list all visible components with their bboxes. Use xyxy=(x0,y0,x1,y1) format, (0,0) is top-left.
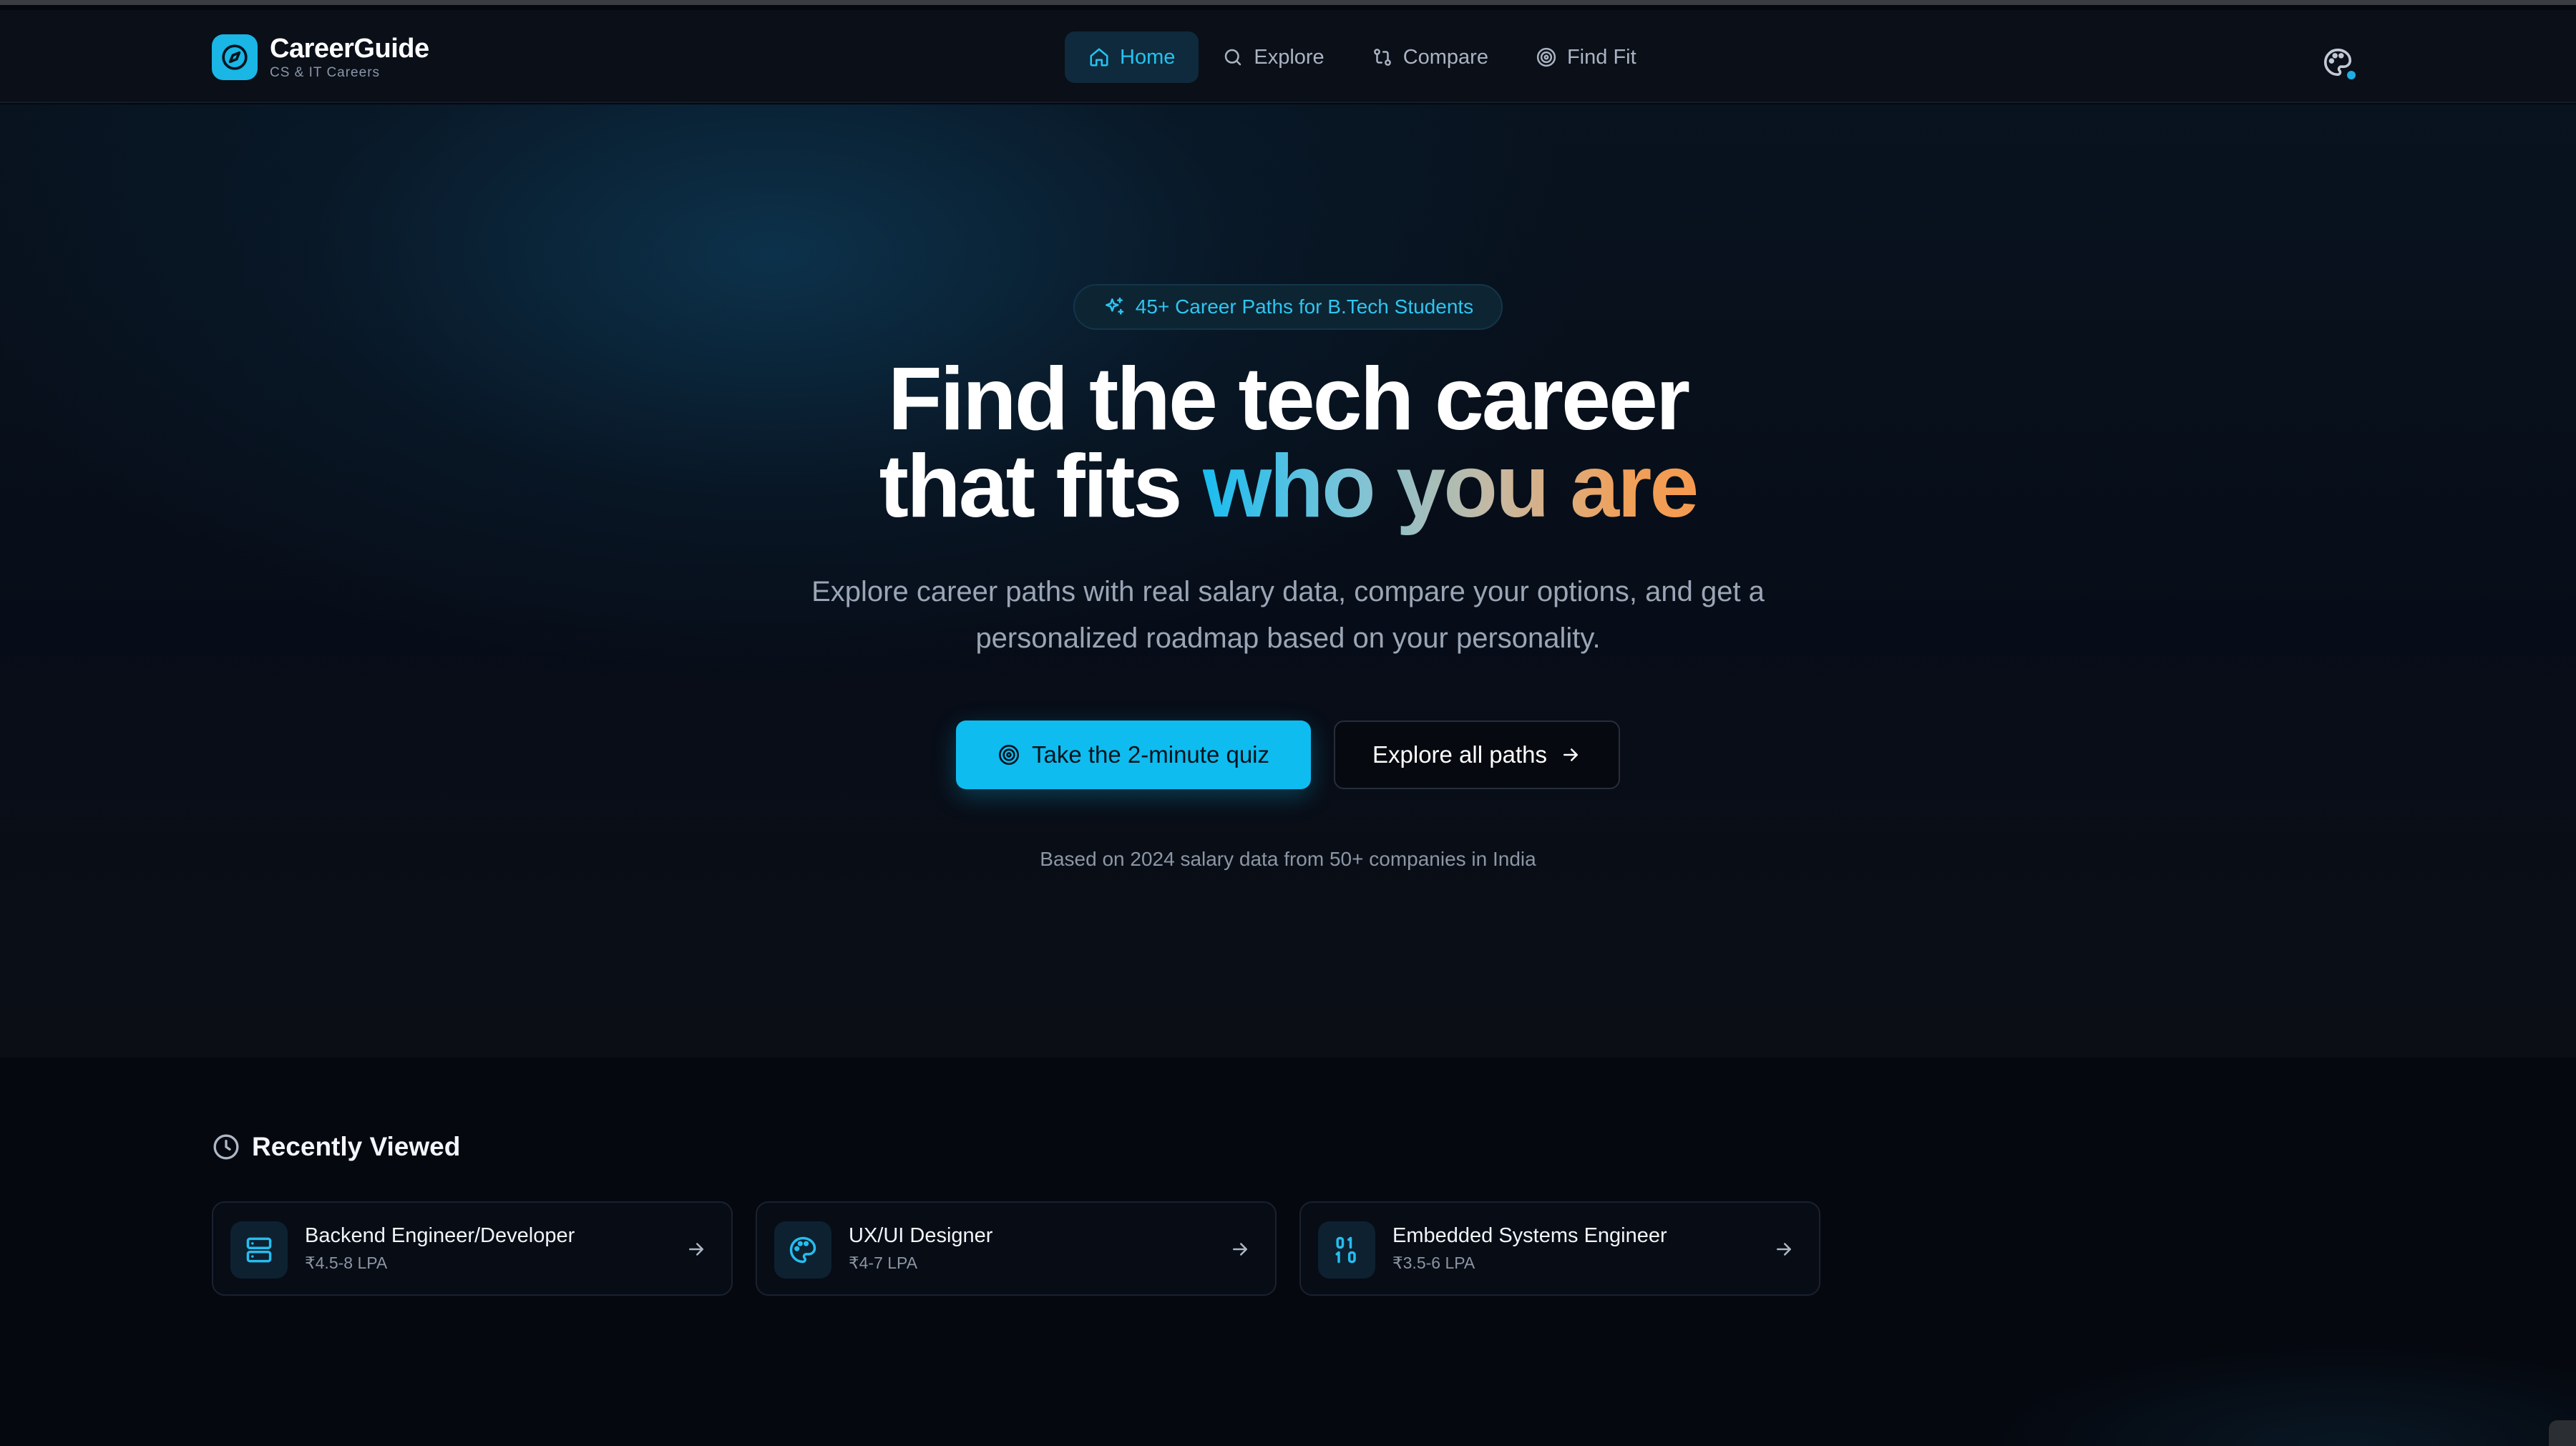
target-icon xyxy=(1536,47,1556,67)
career-salary: ₹4.5-8 LPA xyxy=(305,1254,388,1272)
nav-compare[interactable]: Compare xyxy=(1348,31,1512,83)
headline-line-1: Find the tech career xyxy=(887,350,1690,449)
career-name: Embedded Systems Engineer xyxy=(1392,1224,1667,1247)
search-icon xyxy=(1225,49,1241,66)
arrow-right-icon xyxy=(689,1243,703,1256)
nav-explore-label: Explore xyxy=(1254,45,1324,69)
arrow-right-icon xyxy=(1777,1243,1791,1256)
server-icon xyxy=(230,1221,288,1279)
hero-subtitle: Explore career paths with real salary da… xyxy=(811,576,1765,654)
badge-label: 45+ Career Paths for B.Tech Students xyxy=(1135,295,1474,318)
headline-line-2-gradient: who you are xyxy=(1202,437,1699,536)
explore-paths-button[interactable]: Explore all paths xyxy=(1334,720,1620,789)
career-name: UX/UI Designer xyxy=(849,1224,993,1247)
recent-career-card[interactable]: Embedded Systems Engineer ₹3.5-6 LPA xyxy=(1299,1201,1820,1296)
nav-compare-label: Compare xyxy=(1402,45,1488,69)
brand-subtitle: CS & IT Careers xyxy=(270,65,381,80)
take-quiz-label: Take the 2-minute quiz xyxy=(1031,741,1269,768)
app-window: CareerGuide CS & IT Careers Home Explore xyxy=(0,0,2576,1446)
scroll-corner xyxy=(2549,1420,2576,1446)
binary-icon xyxy=(1318,1221,1375,1279)
compass-icon xyxy=(212,34,258,80)
sparkles-icon xyxy=(1105,297,1124,315)
nav-explore[interactable]: Explore xyxy=(1199,31,1347,83)
background-glow xyxy=(1989,1336,2576,1446)
nav-find-fit[interactable]: Find Fit xyxy=(1512,31,1660,83)
notification-dot xyxy=(2347,71,2356,79)
arrow-right-icon xyxy=(1233,1243,1247,1256)
arrow-right-icon xyxy=(1563,748,1578,761)
palette-icon xyxy=(774,1221,831,1279)
top-navbar: CareerGuide CS & IT Careers Home Explore xyxy=(0,10,2576,103)
nav-find-fit-label: Find Fit xyxy=(1566,45,1636,69)
main-nav: Home Explore Compare Find Fit xyxy=(1065,31,1660,83)
nav-home-label: Home xyxy=(1120,45,1176,69)
take-quiz-button[interactable]: Take the 2-minute quiz xyxy=(956,720,1311,789)
target-icon xyxy=(998,745,1019,765)
explore-paths-label: Explore all paths xyxy=(1372,741,1547,768)
brand-home-link[interactable]: CareerGuide CS & IT Careers xyxy=(212,32,429,82)
nav-home[interactable]: Home xyxy=(1065,31,1199,83)
career-count-badge: 45+ Career Paths for B.Tech Students xyxy=(1073,284,1503,330)
recently-viewed-heading: Recently Viewed xyxy=(212,1127,460,1167)
headline-line-2-plain: that fits xyxy=(879,437,1183,536)
career-salary: ₹4-7 LPA xyxy=(849,1254,918,1272)
headline-line-2: that fits who you are xyxy=(0,442,2576,531)
salary-data-footnote: Based on 2024 salary data from 50+ compa… xyxy=(1040,848,1536,870)
home-icon xyxy=(1090,48,1108,67)
compare-icon xyxy=(1373,49,1391,66)
clock-icon xyxy=(213,1134,239,1160)
brand-name: CareerGuide xyxy=(270,34,429,64)
hero-headline: Find the tech career that fits who you a… xyxy=(0,350,2576,531)
recently-viewed-title: Recently Viewed xyxy=(252,1132,461,1161)
career-salary: ₹3.5-6 LPA xyxy=(1392,1254,1475,1272)
career-name: Backend Engineer/Developer xyxy=(305,1224,575,1247)
recent-career-card[interactable]: UX/UI Designer ₹4-7 LPA xyxy=(756,1201,1277,1296)
recent-career-card[interactable]: Backend Engineer/Developer ₹4.5-8 LPA xyxy=(212,1201,733,1296)
